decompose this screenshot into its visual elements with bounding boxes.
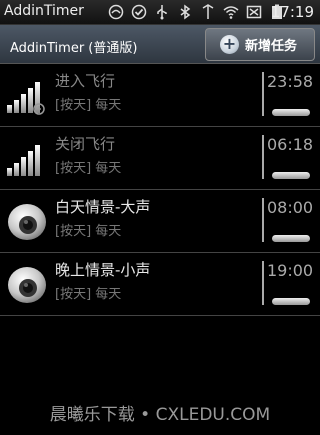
task-toggle[interactable] xyxy=(272,235,310,242)
messaging-icon xyxy=(108,4,124,20)
add-task-label: 新增任务 xyxy=(245,39,298,54)
task-schedule: [按天] 每天 xyxy=(55,224,122,239)
task-toggle[interactable] xyxy=(272,172,310,179)
task-time: 23:58 xyxy=(267,72,314,91)
task-schedule: [按天] 每天 xyxy=(55,161,122,176)
task-time: 19:00 xyxy=(267,261,314,280)
task-schedule: [按天] 每天 xyxy=(55,98,122,113)
status-clock: 17:19 xyxy=(270,3,314,21)
add-task-button[interactable]: + 新增任务 xyxy=(205,28,315,61)
divider xyxy=(262,72,264,116)
task-toggle[interactable] xyxy=(272,298,310,305)
task-name: 进入飞行 xyxy=(55,72,116,90)
signal-bars-icon xyxy=(5,75,47,117)
bluetooth-icon xyxy=(177,4,193,20)
status-bar: AddinTimer 17:19 xyxy=(0,0,320,25)
list-item[interactable]: 白天情景-大声 [按天] 每天 08:00 xyxy=(0,190,320,253)
list-item[interactable]: 晚上情景-小声 [按天] 每天 19:00 xyxy=(0,253,320,316)
task-toggle[interactable] xyxy=(272,109,310,116)
status-app-name: AddinTimer xyxy=(4,3,84,19)
task-schedule: [按天] 每天 xyxy=(55,287,122,302)
task-name: 关闭飞行 xyxy=(55,135,116,153)
task-time: 08:00 xyxy=(267,198,314,217)
divider xyxy=(262,198,264,242)
wifi-icon xyxy=(223,4,239,20)
signal-bars-icon xyxy=(5,138,47,180)
task-name: 晚上情景-小声 xyxy=(55,261,151,279)
task-name: 白天情景-大声 xyxy=(55,198,151,216)
divider xyxy=(0,315,320,316)
speaker-icon xyxy=(5,201,47,243)
no-signal-icon xyxy=(246,4,262,20)
usb-icon xyxy=(154,4,170,20)
list-item[interactable]: 关闭飞行 [按天] 每天 06:18 xyxy=(0,127,320,190)
watermark: 晨曦乐下载 • CXLEDU.COM xyxy=(49,405,271,425)
check-icon xyxy=(131,4,147,20)
divider xyxy=(262,261,264,305)
list-item[interactable]: 进入飞行 [按天] 每天 23:58 xyxy=(0,64,320,127)
divider xyxy=(262,135,264,179)
task-time: 06:18 xyxy=(267,135,314,154)
speaker-icon xyxy=(5,264,47,306)
page-title: AddinTimer (普通版) xyxy=(10,41,138,56)
app-header: AddinTimer (普通版) + 新增任务 xyxy=(0,25,320,64)
plus-circle-icon: + xyxy=(220,35,239,54)
transfer-icon xyxy=(200,4,216,20)
status-icons xyxy=(108,4,285,20)
